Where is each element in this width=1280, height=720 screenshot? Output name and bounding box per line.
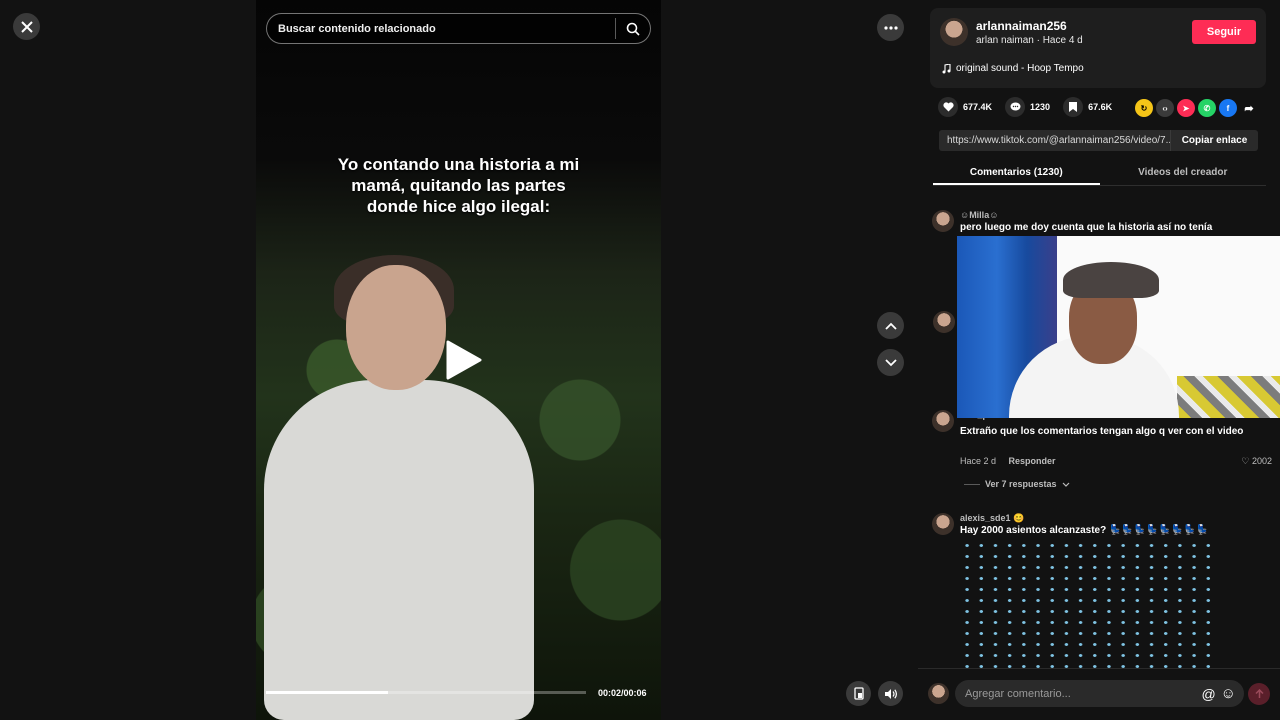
comment-like-button[interactable]: ♡ 2002	[1241, 456, 1272, 467]
sound-name: original sound - Hoop Tempo	[956, 63, 1084, 74]
video-stage: Yo contando una historia a mi mamá, quit…	[0, 0, 918, 720]
tab-comments[interactable]: Comentarios (1230)	[933, 160, 1100, 185]
phone-icon	[853, 687, 864, 700]
emoji-icon[interactable]: ☺	[1221, 685, 1236, 702]
caption-line: mamá, quitando las partes	[351, 176, 566, 195]
bookmark-icon	[1063, 97, 1084, 117]
save-count: 67.6K	[1088, 102, 1113, 112]
commenter-avatar[interactable]	[932, 410, 954, 432]
view-replies-button[interactable]: Ver 7 respuestas	[964, 479, 1070, 489]
comment-like-count: 2002	[1251, 456, 1272, 466]
comment-item: vale_pnvv Extraño que los comentarios te…	[932, 410, 1272, 500]
caption-line: donde hice algo ilegal:	[366, 197, 551, 216]
related-search-bar[interactable]	[266, 13, 651, 44]
previous-video-button[interactable]	[877, 312, 904, 339]
heart-outline-icon: ♡	[1241, 456, 1250, 466]
comment-icon	[1005, 97, 1026, 117]
share-arrow-icon[interactable]: ➦	[1240, 99, 1258, 117]
author-handle[interactable]: arlannaiman256	[976, 19, 1067, 33]
webcam-cap	[1063, 262, 1159, 298]
whatsapp-icon[interactable]: ✆	[1198, 99, 1216, 117]
comment-text: pero luego me doy cuenta que la historia…	[960, 222, 1213, 233]
engagement-stats: 677.4K 1230 67.6K	[938, 97, 1125, 117]
miniplayer-button[interactable]	[846, 681, 871, 706]
caption-line: Yo contando una historia a mi	[337, 155, 580, 174]
search-button[interactable]	[616, 22, 650, 36]
like-count: 677.4K	[963, 102, 993, 112]
author-card: arlannaiman256 arlan naiman · Hace 4 d S…	[930, 8, 1266, 88]
post-comment-button[interactable]	[1248, 683, 1270, 705]
comment-time: Hace 2 d	[960, 456, 997, 466]
more-options-button[interactable]	[877, 14, 904, 41]
search-icon	[626, 22, 640, 36]
comment-input[interactable]	[955, 687, 1202, 700]
arrow-up-icon	[1254, 689, 1264, 698]
tab-creator-videos[interactable]: Videos del creador	[1100, 160, 1267, 185]
play-button[interactable]	[444, 340, 484, 380]
volume-icon	[884, 688, 897, 699]
save-button[interactable]: 67.6K	[1063, 97, 1112, 117]
like-button[interactable]: 677.4K	[938, 97, 992, 117]
search-input[interactable]	[267, 22, 615, 35]
commenter-avatar[interactable]	[932, 210, 954, 232]
video-time: 00:02/00:06	[598, 688, 647, 698]
author-avatar[interactable]	[940, 18, 968, 46]
more-icon	[883, 25, 898, 30]
video-link-box: https://www.tiktok.com/@arlannaiman256/v…	[939, 130, 1258, 151]
chevron-up-icon	[884, 322, 897, 330]
person-head	[346, 265, 446, 390]
mention-icon[interactable]: @	[1201, 686, 1215, 702]
heart-icon	[938, 97, 958, 117]
video-link[interactable]: https://www.tiktok.com/@arlannaiman256/v…	[939, 135, 1170, 146]
sound-link[interactable]: original sound - Hoop Tempo	[942, 63, 1084, 74]
comment-text: Extraño que los comentarios tengan algo …	[960, 426, 1244, 437]
follow-button[interactable]: Seguir	[1192, 20, 1256, 44]
seat-emoji-grid	[960, 540, 1218, 668]
author-subtitle: arlan naiman · Hace 4 d	[976, 35, 1083, 46]
embed-icon[interactable]: ‹›	[1156, 99, 1174, 117]
replies-divider	[964, 483, 980, 485]
webcam-overlay	[957, 236, 1280, 418]
chevron-down-icon	[884, 358, 897, 366]
comment-text: Hay 2000 asientos alcanzaste? 💺💺💺💺💺💺💺💺	[960, 525, 1209, 536]
comment-meta: Hace 2 d Responder	[960, 456, 1056, 466]
commenter-name[interactable]: alexis_sde1 😊	[960, 513, 1024, 524]
video-progress-fill	[266, 691, 388, 694]
commenter-avatar[interactable]	[932, 513, 954, 535]
close-icon	[20, 20, 33, 33]
volume-button[interactable]	[878, 681, 903, 706]
repost-icon[interactable]: ↻	[1135, 99, 1153, 117]
next-video-button[interactable]	[877, 349, 904, 376]
music-note-icon	[942, 63, 951, 73]
chevron-down-icon	[1062, 482, 1069, 487]
video-progress-bar[interactable]	[266, 691, 586, 694]
video-person	[264, 380, 534, 720]
video-caption: Yo contando una historia a mi mamá, quit…	[256, 154, 661, 217]
webcam-bed	[1177, 376, 1280, 418]
commenter-name[interactable]: ☺Milla☺	[960, 210, 998, 220]
play-icon	[446, 340, 482, 380]
comment-input-wrapper: @ ☺	[955, 680, 1244, 707]
reply-button[interactable]: Responder	[1009, 456, 1056, 466]
share-options: ↻ ‹› ➤ ✆ f ➦	[1135, 99, 1258, 117]
send-icon[interactable]: ➤	[1177, 99, 1195, 117]
panel-tabs: Comentarios (1230) Videos del creador	[933, 160, 1266, 186]
commenter-avatar[interactable]	[933, 311, 955, 333]
comment-count: 1230	[1030, 102, 1051, 112]
current-user-avatar	[928, 683, 949, 704]
facebook-icon[interactable]: f	[1219, 99, 1237, 117]
view-replies-label: Ver 7 respuestas	[985, 479, 1057, 489]
comment-button[interactable]: 1230	[1005, 97, 1050, 117]
close-button[interactable]	[13, 13, 40, 40]
add-comment-bar: @ ☺	[918, 668, 1280, 720]
copy-link-button[interactable]: Copiar enlace	[1170, 130, 1258, 151]
